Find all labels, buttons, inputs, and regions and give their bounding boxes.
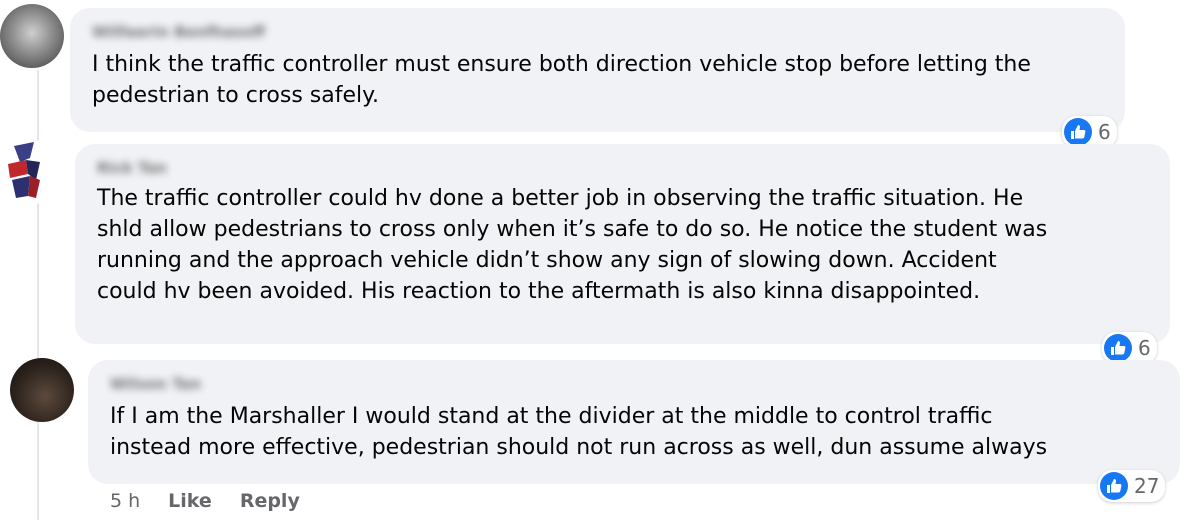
reaction-count: 27 xyxy=(1134,474,1160,498)
comment-text: If I am the Marshaller I would stand at … xyxy=(110,404,1048,460)
reaction-count-badge[interactable]: 27 xyxy=(1098,470,1166,502)
thread-line xyxy=(37,70,39,520)
reaction-count: 6 xyxy=(1138,336,1151,360)
comment-text: The traffic controller could hv done a b… xyxy=(97,186,1048,304)
comment-author[interactable]: Rick Tan xyxy=(97,159,167,181)
avatar[interactable] xyxy=(0,4,64,68)
timestamp[interactable]: 5 h xyxy=(110,490,140,512)
comment-bubble: Wilson Tan If I am the Marshaller I woul… xyxy=(88,360,1180,484)
thumbs-up-icon xyxy=(1064,118,1092,146)
comment-bubble: Wilfaerin Benfhasoff I think the traffic… xyxy=(70,8,1125,132)
reply-button[interactable]: Reply xyxy=(240,490,300,512)
comment-actions: 5 h Like Reply xyxy=(110,490,300,512)
reaction-count: 6 xyxy=(1098,120,1111,144)
thumbs-up-icon xyxy=(1100,472,1128,500)
comment-bubble: Rick Tan The traffic controller could hv… xyxy=(75,144,1170,344)
avatar[interactable] xyxy=(0,140,64,204)
comment-text: I think the traffic controller must ensu… xyxy=(92,52,1031,108)
comment-author[interactable]: Wilfaerin Benfhasoff xyxy=(92,23,265,45)
thumbs-up-icon xyxy=(1104,334,1132,362)
like-button[interactable]: Like xyxy=(168,490,212,512)
comment-author[interactable]: Wilson Tan xyxy=(110,375,201,397)
avatar[interactable] xyxy=(10,358,74,422)
